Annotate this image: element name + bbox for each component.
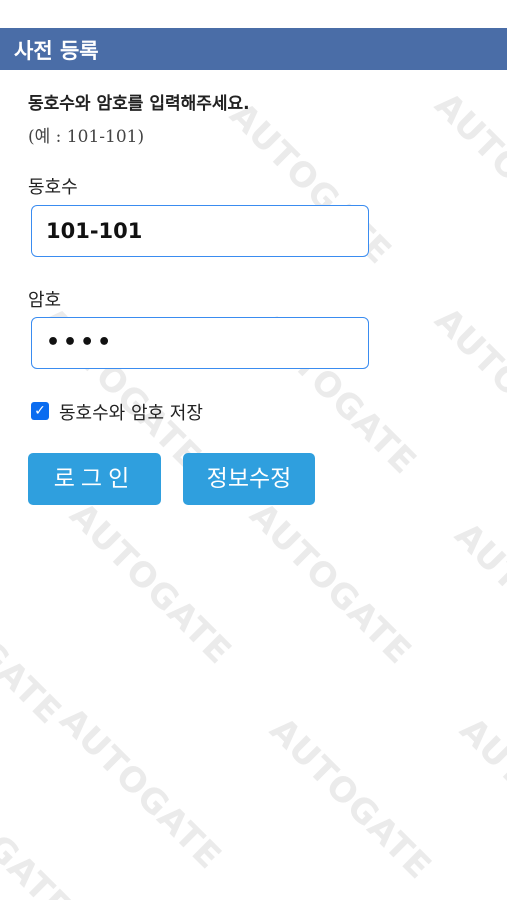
remember-checkbox[interactable]: ✓ bbox=[31, 402, 49, 420]
watermark: AUTOGATE bbox=[426, 85, 507, 263]
login-button[interactable]: 로그인 bbox=[28, 453, 161, 505]
instruction-text: 동호수와 암호를 입력해주세요. bbox=[28, 94, 250, 114]
unit-label: 동호수 bbox=[28, 177, 78, 198]
watermark: AUTOGATE bbox=[0, 555, 70, 733]
watermark: AUTOGATE bbox=[446, 515, 507, 693]
watermark: AUTOGATE bbox=[0, 750, 80, 900]
watermark: AUTOGATE bbox=[451, 710, 507, 888]
watermark: AUTOGATE bbox=[241, 495, 420, 673]
example-hint: (예 : 101-101) bbox=[28, 127, 145, 147]
watermark: AUTOGATE bbox=[61, 495, 240, 673]
watermark: AUTOGATE bbox=[51, 700, 230, 878]
remember-label: 동호수와 암호 저장 bbox=[59, 403, 203, 424]
password-label: 암호 bbox=[28, 290, 62, 311]
watermark: AUTOGATE bbox=[426, 300, 507, 478]
watermark: AUTOGATE bbox=[261, 710, 440, 888]
page-title: 사전 등록 bbox=[14, 39, 99, 63]
app-header: 사전 등록 bbox=[0, 28, 507, 70]
password-input[interactable]: •••• bbox=[31, 317, 369, 369]
edit-info-button[interactable]: 정보수정 bbox=[183, 453, 315, 505]
unit-input[interactable]: 101-101 bbox=[31, 205, 369, 257]
